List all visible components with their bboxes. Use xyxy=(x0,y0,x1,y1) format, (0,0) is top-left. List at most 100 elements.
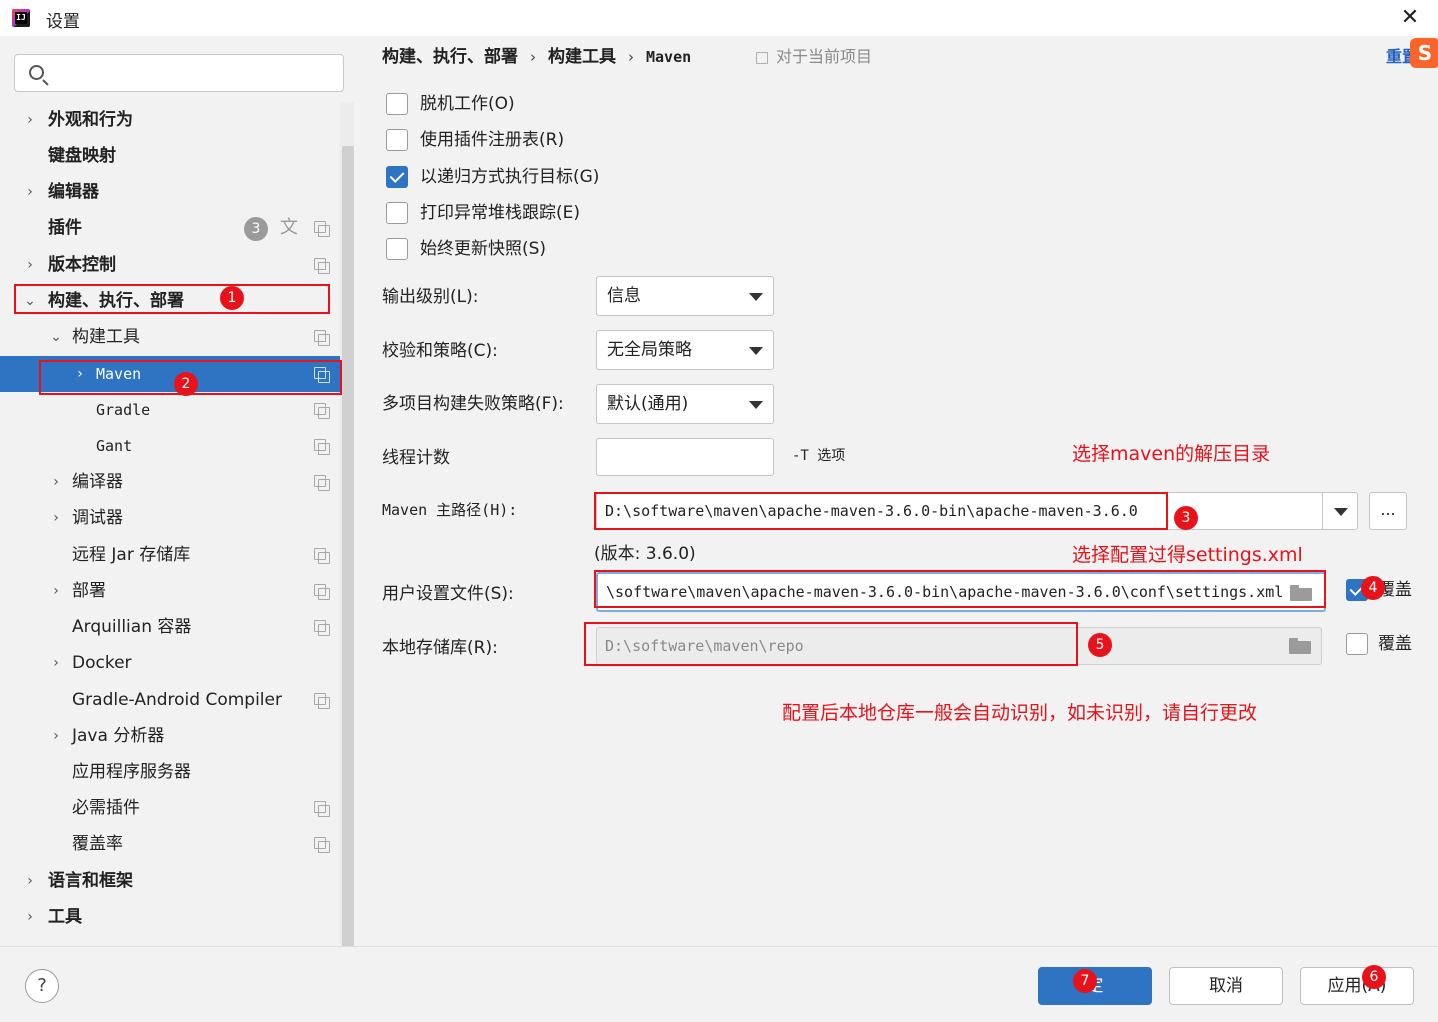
tree-item-coverage[interactable]: 覆盖率 xyxy=(0,826,342,862)
tree-item-arquillian[interactable]: Arquillian 容器 xyxy=(0,609,342,645)
maven-home-label: Maven 主路径(H): xyxy=(382,501,518,519)
checkbox-box[interactable] xyxy=(386,129,408,151)
tree-item-label: Gradle xyxy=(96,401,151,419)
tree-item-remote-jar-repos[interactable]: 远程 Jar 存储库 xyxy=(0,537,342,573)
chevron-down-icon xyxy=(749,293,763,301)
chevron-right-icon: › xyxy=(27,257,33,273)
user-settings-input[interactable]: \software\maven\apache-maven-3.6.0-bin\a… xyxy=(596,572,1326,612)
browse-more-button[interactable]: ... xyxy=(1369,492,1407,530)
tree-item-keymap[interactable]: 键盘映射 xyxy=(0,138,342,174)
chevron-right-icon: › xyxy=(27,184,33,200)
annotation-marker-7: 7 xyxy=(1073,969,1097,993)
tree-item-build-execution-deployment[interactable]: ⌄ 构建、执行、部署 xyxy=(0,283,342,319)
maven-version-text: (版本: 3.6.0) xyxy=(594,544,696,564)
multiproject-fail-label: 多项目构建失败策略(F): xyxy=(382,394,564,414)
tree-item-editor[interactable]: › 编辑器 xyxy=(0,174,342,210)
tree-item-label: Java 分析器 xyxy=(72,726,165,746)
tree-item-java-profiler[interactable]: › Java 分析器 xyxy=(0,718,342,754)
sidebar-scrollbar-thumb[interactable] xyxy=(342,146,354,946)
chevron-right-icon: › xyxy=(53,474,59,490)
sogou-ime-icon: S xyxy=(1410,38,1438,68)
chevron-right-icon: › xyxy=(27,112,33,128)
hint-local-repo: 配置后本地仓库一般会自动识别，如未识别，请自行更改 xyxy=(782,702,1258,724)
search-input[interactable] xyxy=(14,54,344,92)
title-bar: IJ 设置 ✕ xyxy=(0,0,1438,36)
checksum-policy-select[interactable]: 无全局策略 xyxy=(596,330,774,370)
tree-item-plugins[interactable]: 插件 3 文 xyxy=(0,210,342,246)
search-icon xyxy=(29,65,44,80)
apply-button[interactable]: 应用(A) xyxy=(1300,967,1414,1005)
tree-item-compiler[interactable]: › 编译器 xyxy=(0,464,342,500)
dialog-footer: ? 定 7 取消 应用(A) 6 xyxy=(0,946,1438,1022)
multiproject-fail-select[interactable]: 默认(通用) xyxy=(596,384,774,424)
help-button[interactable]: ? xyxy=(25,969,59,1003)
user-settings-label: 用户设置文件(S): xyxy=(382,584,514,604)
project-scope-label: 对于当前项目 xyxy=(756,44,872,70)
tree-item-required-plugins[interactable]: 必需插件 xyxy=(0,790,342,826)
tree-item-docker[interactable]: › Docker xyxy=(0,645,342,681)
translate-icon: 文 xyxy=(280,217,298,238)
tree-item-gradle-android-compiler[interactable]: Gradle-Android Compiler xyxy=(0,682,342,718)
local-repo-label: 本地存储库(R): xyxy=(382,638,498,658)
annotation-marker-6: 6 xyxy=(1362,965,1386,989)
chevron-down-icon: ⌄ xyxy=(50,329,62,345)
checkbox-box[interactable] xyxy=(386,93,408,115)
settings-sidebar: › 外观和行为 键盘映射 › 编辑器 插件 3 文 › 版本控制 ⌄ 构建、执行… xyxy=(0,36,356,946)
maven-settings-panel: 构建、执行、部署 › 构建工具 › Maven 对于当前项目 重置 S 脱机工作(O) … xyxy=(356,36,1438,946)
output-level-select[interactable]: 信息 xyxy=(596,276,774,316)
maven-home-value: D:\software\maven\apache-maven-3.6.0-bin… xyxy=(605,502,1138,520)
checkbox-label: 使用插件注册表(R) xyxy=(420,130,565,150)
tree-item-gradle[interactable]: Gradle xyxy=(0,392,342,428)
tree-item-vcs[interactable]: › 版本控制 xyxy=(0,247,342,283)
tree-item-languages-frameworks[interactable]: › 语言和框架 xyxy=(0,863,342,899)
chevron-down-icon xyxy=(749,401,763,409)
checkbox-box[interactable] xyxy=(386,202,408,224)
tree-item-gant[interactable]: Gant xyxy=(0,428,342,464)
tree-item-label: 必需插件 xyxy=(72,798,140,818)
chevron-right-icon: › xyxy=(77,366,83,382)
chevron-down-icon[interactable] xyxy=(1334,508,1348,516)
tree-item-build-tools[interactable]: ⌄ 构建工具 xyxy=(0,319,342,355)
breadcrumb-separator: › xyxy=(530,48,536,66)
breadcrumb-item[interactable]: 构建工具 xyxy=(548,47,616,67)
tree-item-label: Gant xyxy=(96,437,133,455)
tree-item-label: 构建、执行、部署 xyxy=(48,291,184,311)
tree-item-tools[interactable]: › 工具 xyxy=(0,899,342,935)
annotation-marker-1: 1 xyxy=(220,286,244,310)
breadcrumb-item[interactable]: 构建、执行、部署 xyxy=(382,47,518,67)
thread-count-input[interactable] xyxy=(596,438,774,476)
project-scope-icon xyxy=(314,693,330,709)
tree-item-maven[interactable]: › Maven xyxy=(0,356,342,392)
project-scope-icon xyxy=(314,403,330,419)
output-level-label: 输出级别(L): xyxy=(382,287,479,307)
checkbox-label: 以递归方式执行目标(G) xyxy=(420,167,600,187)
checkbox-box[interactable] xyxy=(386,238,408,260)
tree-item-label: 应用程序服务器 xyxy=(72,762,191,782)
project-scope-icon xyxy=(314,367,330,383)
close-icon[interactable]: ✕ xyxy=(1398,6,1422,30)
tree-item-deployment[interactable]: › 部署 xyxy=(0,573,342,609)
tree-item-appearance[interactable]: › 外观和行为 xyxy=(0,102,342,138)
folder-icon[interactable] xyxy=(1289,638,1311,654)
checkbox-box-checked[interactable] xyxy=(386,166,408,188)
folder-icon[interactable] xyxy=(1290,585,1312,601)
tree-item-debugger[interactable]: › 调试器 xyxy=(0,500,342,536)
tree-item-app-servers[interactable]: 应用程序服务器 xyxy=(0,754,342,790)
project-scope-icon xyxy=(314,221,330,237)
breadcrumb: 构建、执行、部署 › 构建工具 › Maven xyxy=(382,44,691,70)
checkbox-box[interactable] xyxy=(1346,633,1368,655)
intellij-idea-icon: IJ xyxy=(12,9,30,27)
project-scope-icon xyxy=(314,475,330,491)
tree-item-label: 构建工具 xyxy=(72,327,140,347)
breadcrumb-current: Maven xyxy=(646,48,692,66)
tree-item-label: 编译器 xyxy=(72,472,123,492)
local-repo-value: D:\software\maven\repo xyxy=(605,637,804,655)
annotation-marker-3: 3 xyxy=(1174,506,1198,530)
local-repo-input[interactable]: D:\software\maven\repo xyxy=(596,627,1322,665)
maven-home-combo[interactable]: D:\software\maven\apache-maven-3.6.0-bin… xyxy=(596,492,1358,530)
chevron-right-icon: › xyxy=(27,909,33,925)
chevron-right-icon: › xyxy=(27,873,33,889)
project-scope-icon xyxy=(314,330,330,346)
cancel-button[interactable]: 取消 xyxy=(1169,967,1283,1005)
checkbox-label: 始终更新快照(S) xyxy=(420,239,547,259)
